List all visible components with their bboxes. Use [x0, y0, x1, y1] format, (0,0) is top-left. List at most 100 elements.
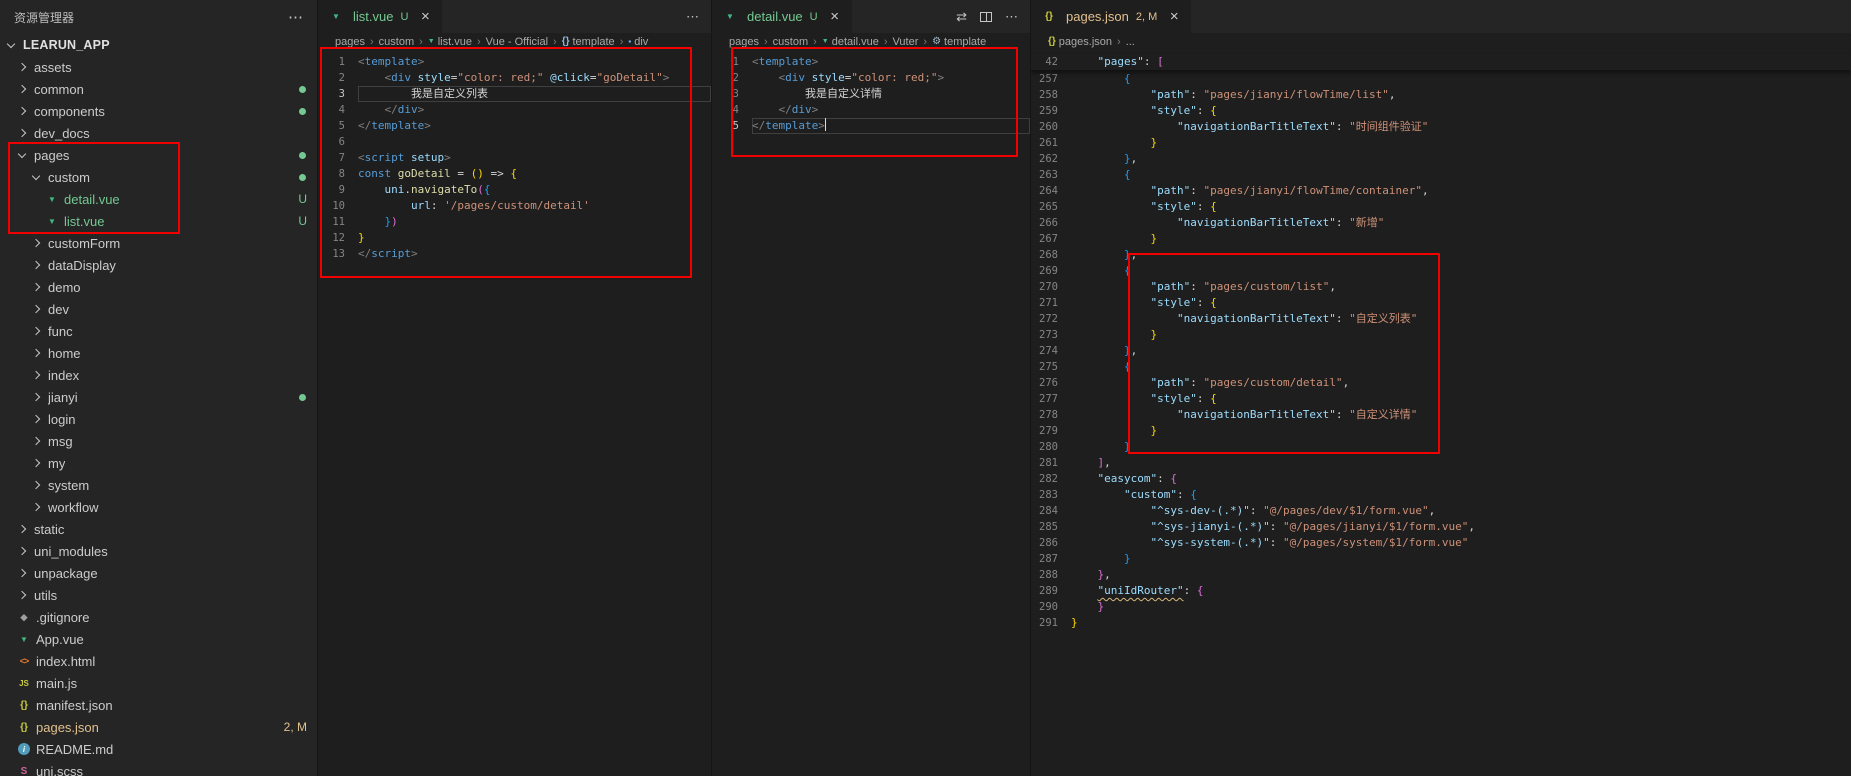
code-line[interactable]: 268 }, [1031, 247, 1851, 263]
code-line[interactable]: 271 "style": { [1031, 295, 1851, 311]
tree-file-list.vue[interactable]: ▼list.vueU [0, 210, 317, 232]
code-line[interactable]: 3 我是自定义列表 [318, 86, 711, 102]
tree-folder-dev_docs[interactable]: dev_docs [0, 122, 317, 144]
tree-folder-my[interactable]: my [0, 452, 317, 474]
tree-file-.gitignore[interactable]: ◆.gitignore [0, 606, 317, 628]
code-line[interactable]: 7<script setup> [318, 150, 711, 166]
breadcrumb-item[interactable]: pages [335, 36, 365, 48]
code-line[interactable]: 284 "^sys-dev-(.*)": "@/pages/dev/$1/for… [1031, 503, 1851, 519]
code-line[interactable]: 274 }, [1031, 343, 1851, 359]
breadcrumb-item[interactable]: ▪div [628, 36, 648, 48]
code-line[interactable]: 273 } [1031, 327, 1851, 343]
code-line[interactable]: 288 }, [1031, 567, 1851, 583]
breadcrumb-item[interactable]: Vuter [893, 36, 919, 48]
code-line[interactable]: 4 </div> [712, 102, 1030, 118]
code-line[interactable]: 265 "style": { [1031, 199, 1851, 215]
tree-folder-dataDisplay[interactable]: dataDisplay [0, 254, 317, 276]
code-line[interactable]: 12} [318, 230, 711, 246]
breadcrumb-item[interactable]: {}pages.json [1048, 36, 1112, 48]
code-line[interactable]: 260 "navigationBarTitleText": "时间组件验证" [1031, 119, 1851, 135]
tree-file-manifest.json[interactable]: {}manifest.json [0, 694, 317, 716]
code-line[interactable]: 286 "^sys-system-(.*)": "@/pages/system/… [1031, 535, 1851, 551]
code-line[interactable]: 1<template> [712, 54, 1030, 70]
tree-folder-pages[interactable]: pages [0, 144, 317, 166]
code-line[interactable]: 266 "navigationBarTitleText": "新增" [1031, 215, 1851, 231]
close-icon[interactable]: × [1165, 8, 1183, 26]
tree-folder-system[interactable]: system [0, 474, 317, 496]
breadcrumb-item[interactable]: ▼list.vue [428, 36, 472, 48]
tree-file-main.js[interactable]: JSmain.js [0, 672, 317, 694]
code-line[interactable]: 258 "path": "pages/jianyi/flowTime/list"… [1031, 87, 1851, 103]
tree-folder-index[interactable]: index [0, 364, 317, 386]
sticky-scroll-line[interactable]: 42 "pages": [ [1031, 54, 1851, 70]
code-line[interactable]: 5</template> [712, 118, 1030, 134]
code-line[interactable]: 5</template> [318, 118, 711, 134]
code-line[interactable]: 9 uni.navigateTo({ [318, 182, 711, 198]
tree-folder-custom[interactable]: custom [0, 166, 317, 188]
code-line[interactable]: 263 { [1031, 167, 1851, 183]
tree-file-pages.json[interactable]: {}pages.json2, M [0, 716, 317, 738]
tree-folder-workflow[interactable]: workflow [0, 496, 317, 518]
breadcrumb-item[interactable]: custom [773, 36, 808, 48]
tree-folder-customForm[interactable]: customForm [0, 232, 317, 254]
breadcrumb-item[interactable]: {}template [562, 36, 615, 48]
code-line[interactable]: 275 { [1031, 359, 1851, 375]
tree-file-App.vue[interactable]: ▼App.vue [0, 628, 317, 650]
code-line[interactable]: 261 } [1031, 135, 1851, 151]
tree-folder-common[interactable]: common [0, 78, 317, 100]
more-actions-icon[interactable]: ⋯ [686, 10, 699, 23]
code-line[interactable]: 1<template> [318, 54, 711, 70]
code-line[interactable]: 276 "path": "pages/custom/detail", [1031, 375, 1851, 391]
code-line[interactable]: 2 <div style="color: red;"> [712, 70, 1030, 86]
code-line[interactable]: 269 { [1031, 263, 1851, 279]
tree-folder-home[interactable]: home [0, 342, 317, 364]
tree-file-detail.vue[interactable]: ▼detail.vueU [0, 188, 317, 210]
code-area[interactable]: 1<template>2 <div style="color: red;" @c… [318, 50, 711, 776]
tab-pages-json[interactable]: {} pages.json 2, M × [1031, 0, 1191, 33]
code-line[interactable]: 282 "easycom": { [1031, 471, 1851, 487]
code-line[interactable]: 13</script> [318, 246, 711, 262]
tab-list-vue[interactable]: ▼ list.vue U × [318, 0, 442, 33]
code-line[interactable]: 285 "^sys-jianyi-(.*)": "@/pages/jianyi/… [1031, 519, 1851, 535]
open-changes-icon[interactable]: ⇄ [956, 10, 967, 23]
code-line[interactable]: 270 "path": "pages/custom/list", [1031, 279, 1851, 295]
breadcrumb-item[interactable]: ▼detail.vue [822, 36, 879, 48]
tree-root-learun-app[interactable]: LEARUN_APP [0, 34, 317, 56]
code-line[interactable]: 259 "style": { [1031, 103, 1851, 119]
breadcrumb-item[interactable]: ⚙template [932, 36, 986, 48]
breadcrumb-item[interactable]: custom [379, 36, 414, 48]
tree-folder-login[interactable]: login [0, 408, 317, 430]
code-line[interactable]: 279 } [1031, 423, 1851, 439]
close-icon[interactable]: × [416, 8, 434, 26]
code-line[interactable]: 10 url: '/pages/custom/detail' [318, 198, 711, 214]
code-line[interactable]: 4 </div> [318, 102, 711, 118]
code-line[interactable]: 277 "style": { [1031, 391, 1851, 407]
code-line[interactable]: 272 "navigationBarTitleText": "自定义列表" [1031, 311, 1851, 327]
tree-file-index.html[interactable]: <>index.html [0, 650, 317, 672]
code-line[interactable]: 6 [318, 134, 711, 150]
tree-folder-dev[interactable]: dev [0, 298, 317, 320]
code-area[interactable]: 1<template>2 <div style="color: red;">3 … [712, 50, 1030, 776]
tree-folder-components[interactable]: components [0, 100, 317, 122]
code-line[interactable]: 278 "navigationBarTitleText": "自定义详情" [1031, 407, 1851, 423]
code-line[interactable]: 280 } [1031, 439, 1851, 455]
tree-folder-demo[interactable]: demo [0, 276, 317, 298]
split-editor-icon[interactable] [980, 12, 992, 22]
tree-folder-jianyi[interactable]: jianyi [0, 386, 317, 408]
breadcrumb-item[interactable]: Vue - Official [486, 36, 548, 48]
close-icon[interactable]: × [826, 8, 844, 26]
breadcrumb-item[interactable]: ... [1126, 36, 1135, 48]
code-line[interactable]: 283 "custom": { [1031, 487, 1851, 503]
tab-detail-vue[interactable]: ▼ detail.vue U × [712, 0, 852, 33]
code-line[interactable]: 287 } [1031, 551, 1851, 567]
code-line[interactable]: 264 "path": "pages/jianyi/flowTime/conta… [1031, 183, 1851, 199]
code-line[interactable]: 8const goDetail = () => { [318, 166, 711, 182]
tree-folder-msg[interactable]: msg [0, 430, 317, 452]
code-line[interactable]: 3 我是自定义详情 [712, 86, 1030, 102]
code-line[interactable]: 289 "uniIdRouter": { [1031, 583, 1851, 599]
code-line[interactable]: 267 } [1031, 231, 1851, 247]
tree-folder-static[interactable]: static [0, 518, 317, 540]
breadcrumb-item[interactable]: pages [729, 36, 759, 48]
code-line[interactable]: 11 }) [318, 214, 711, 230]
tree-folder-uni_modules[interactable]: uni_modules [0, 540, 317, 562]
